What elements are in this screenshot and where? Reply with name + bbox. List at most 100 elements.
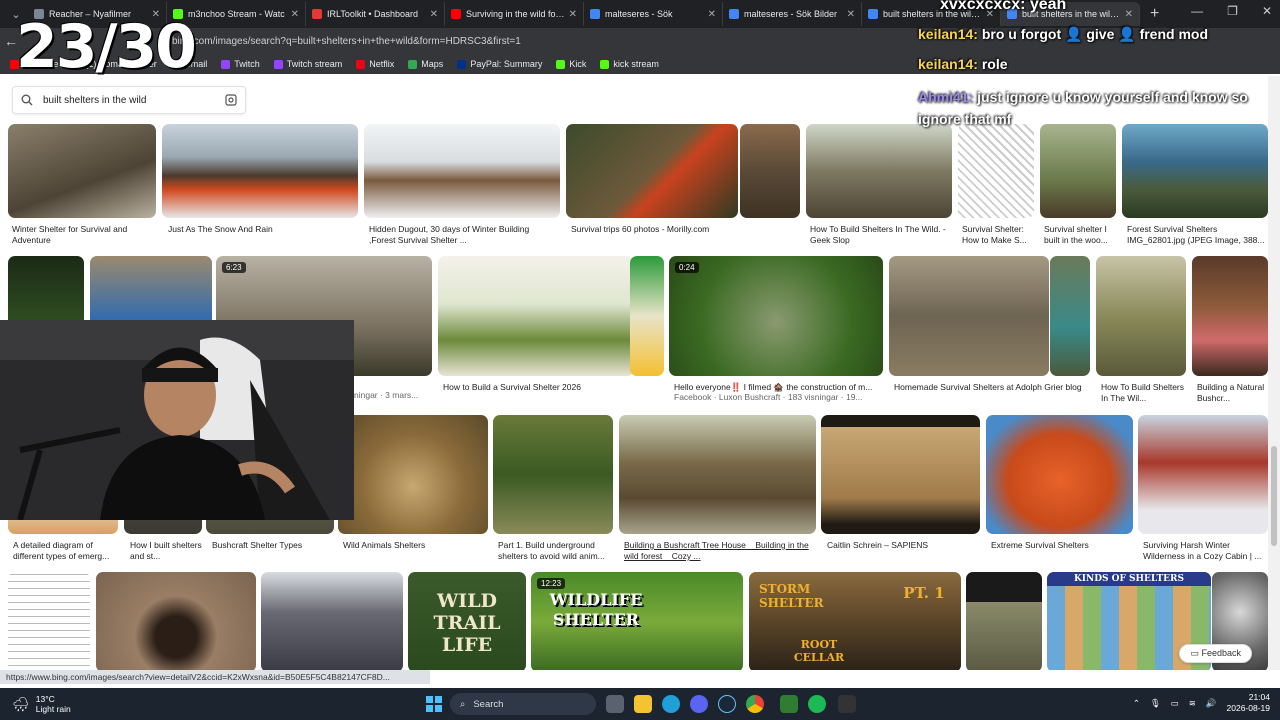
- image-result[interactable]: [966, 572, 1042, 670]
- windows-start-icon[interactable]: [426, 696, 442, 712]
- monitor-icon[interactable]: ▭: [1171, 698, 1179, 709]
- twitch-icon: [273, 59, 283, 69]
- close-icon[interactable]: ✕: [291, 9, 299, 20]
- image-caption[interactable]: How I built shelters and st...: [130, 540, 202, 562]
- tab-malteseres-images[interactable]: malteseres - Sök Bilder ✕: [723, 2, 862, 26]
- volume-icon[interactable]: 🔊: [1206, 698, 1217, 709]
- image-caption[interactable]: How To Build Shelters In The Wil...: [1101, 382, 1185, 404]
- image-caption[interactable]: How To Build Shelters In The Wild. - Gee…: [810, 224, 952, 246]
- clock[interactable]: 21:04 2026-08-19: [1227, 692, 1270, 714]
- minimize-icon[interactable]: —: [1191, 4, 1203, 18]
- image-caption[interactable]: How to Build a Survival Shelter 2026: [443, 382, 643, 393]
- image-result[interactable]: [619, 415, 816, 534]
- video-result[interactable]: 0:24: [669, 256, 883, 376]
- microphone-icon[interactable]: 🎙: [1150, 698, 1161, 709]
- image-result[interactable]: [338, 415, 488, 534]
- search-query[interactable]: built shelters in the wild: [43, 95, 225, 106]
- search-box[interactable]: built shelters in the wild: [12, 86, 246, 114]
- image-caption[interactable]: Forest Survival Shelters IMG_62801.jpg (…: [1127, 224, 1265, 246]
- close-icon[interactable]: ✕: [847, 9, 855, 20]
- wifi-icon[interactable]: ≋: [1189, 698, 1196, 709]
- image-result[interactable]: [1096, 256, 1186, 376]
- bookmark-maps[interactable]: Maps: [408, 59, 443, 69]
- file-explorer-icon[interactable]: [634, 695, 652, 713]
- maximize-icon[interactable]: ❐: [1227, 4, 1238, 18]
- image-result[interactable]: [1040, 124, 1116, 218]
- new-tab-button[interactable]: +: [1150, 5, 1159, 23]
- image-caption[interactable]: Winter Shelter for Survival and Adventur…: [12, 224, 154, 246]
- tab-youtube[interactable]: Surviving in the wild for 24 h✕: [445, 2, 584, 26]
- discord-icon[interactable]: [690, 695, 708, 713]
- close-icon[interactable]: ✕: [430, 9, 438, 20]
- feedback-button[interactable]: ▭ Feedback: [1179, 644, 1252, 663]
- image-caption[interactable]: ningar · 3 mars...: [354, 390, 434, 401]
- edge-icon[interactable]: [662, 695, 680, 713]
- image-caption[interactable]: Survival Shelter: How to Make S...: [962, 224, 1034, 246]
- bookmark-netflix[interactable]: Netflix: [356, 59, 394, 69]
- image-result[interactable]: [8, 572, 90, 670]
- image-result[interactable]: [740, 124, 800, 218]
- image-caption[interactable]: Caitlin Schrein – SAPIENS: [827, 540, 977, 551]
- tab-malteseres[interactable]: malteseres - Sök ✕: [584, 2, 723, 26]
- tab-irltoolkit[interactable]: IRLToolkit • Dashboard ✕: [306, 2, 445, 26]
- image-result[interactable]: [96, 572, 256, 670]
- image-result[interactable]: WILD TRAIL LIFE: [408, 572, 526, 670]
- image-result[interactable]: [806, 124, 952, 218]
- url-field[interactable]: bing.com/images/search?q=built+shelters+…: [172, 36, 521, 47]
- close-icon[interactable]: ✕: [569, 9, 577, 20]
- image-caption[interactable]: Extreme Survival Shelters: [991, 540, 1131, 551]
- image-caption[interactable]: Surviving Harsh Winter Wilderness in a C…: [1143, 540, 1263, 562]
- bookmark-paypal[interactable]: PayPal: Summary: [457, 59, 542, 69]
- taskbar-search[interactable]: ⌕ Search: [450, 693, 596, 715]
- image-result[interactable]: [438, 256, 634, 376]
- chevron-up-icon[interactable]: ⌃: [1133, 698, 1140, 709]
- steam-icon[interactable]: [718, 695, 736, 713]
- bookmark-twitch-stream[interactable]: Twitch stream: [273, 59, 342, 69]
- image-result[interactable]: [986, 415, 1133, 534]
- image-result[interactable]: [1138, 415, 1268, 534]
- image-result[interactable]: [889, 256, 1049, 376]
- image-result[interactable]: [1050, 256, 1090, 376]
- image-result[interactable]: [1192, 256, 1268, 376]
- image-result[interactable]: [8, 124, 156, 218]
- image-result[interactable]: [630, 256, 664, 376]
- image-result[interactable]: [364, 124, 560, 218]
- page-scrollbar[interactable]: [1268, 76, 1280, 670]
- image-caption[interactable]: Building a Bushcraft Tree House _ Buildi…: [624, 540, 810, 562]
- spotify-icon[interactable]: [808, 695, 826, 713]
- image-caption[interactable]: Homemade Survival Shelters at Adolph Gri…: [894, 382, 1094, 393]
- visual-search-icon[interactable]: [225, 94, 237, 106]
- image-caption[interactable]: Part 1. Build underground shelters to av…: [498, 540, 614, 562]
- scrollbar-thumb[interactable]: [1271, 446, 1277, 546]
- image-caption[interactable]: Building a Natural Bushcr...: [1197, 382, 1265, 404]
- close-window-icon[interactable]: ✕: [1262, 4, 1272, 18]
- video-result[interactable]: 12:23 WILDLIFE SHELTER: [531, 572, 743, 670]
- video-duration-badge: 12:23: [537, 578, 566, 589]
- image-result[interactable]: [162, 124, 358, 218]
- image-result[interactable]: [821, 415, 980, 534]
- terminal-icon[interactable]: [838, 695, 856, 713]
- image-caption[interactable]: Wild Animals Shelters: [343, 540, 483, 551]
- image-caption[interactable]: Survival trips 60 photos - Morilly.com: [571, 224, 791, 235]
- image-result[interactable]: STORM SHELTER ROOT CELLAR PT. 1: [749, 572, 961, 670]
- close-icon[interactable]: ✕: [1125, 9, 1133, 20]
- image-result[interactable]: [566, 124, 738, 218]
- weather-widget[interactable]: 🌧 13°C Light rain: [12, 694, 71, 714]
- image-caption[interactable]: A detailed diagram of different types of…: [13, 540, 117, 562]
- image-caption[interactable]: Hidden Dugout, 30 days of Winter Buildin…: [369, 224, 555, 246]
- bookmark-kick[interactable]: Kick: [556, 59, 586, 69]
- image-result[interactable]: [493, 415, 613, 534]
- image-caption[interactable]: Survival shelter I built in the woo...: [1044, 224, 1116, 246]
- close-icon[interactable]: ✕: [708, 9, 716, 20]
- image-caption[interactable]: Just As The Snow And Rain: [168, 224, 354, 235]
- image-result[interactable]: [1122, 124, 1268, 218]
- bookmark-twitch[interactable]: Twitch: [221, 59, 260, 69]
- task-view-icon[interactable]: [606, 695, 624, 713]
- image-result[interactable]: [958, 124, 1034, 218]
- chrome-icon[interactable]: [746, 695, 764, 713]
- app-icon[interactable]: [780, 695, 798, 713]
- bookmark-kick-stream[interactable]: kick stream: [600, 59, 659, 69]
- image-caption[interactable]: Bushcraft Shelter Types: [212, 540, 332, 551]
- search-icon[interactable]: [21, 94, 33, 106]
- image-result[interactable]: [261, 572, 403, 670]
